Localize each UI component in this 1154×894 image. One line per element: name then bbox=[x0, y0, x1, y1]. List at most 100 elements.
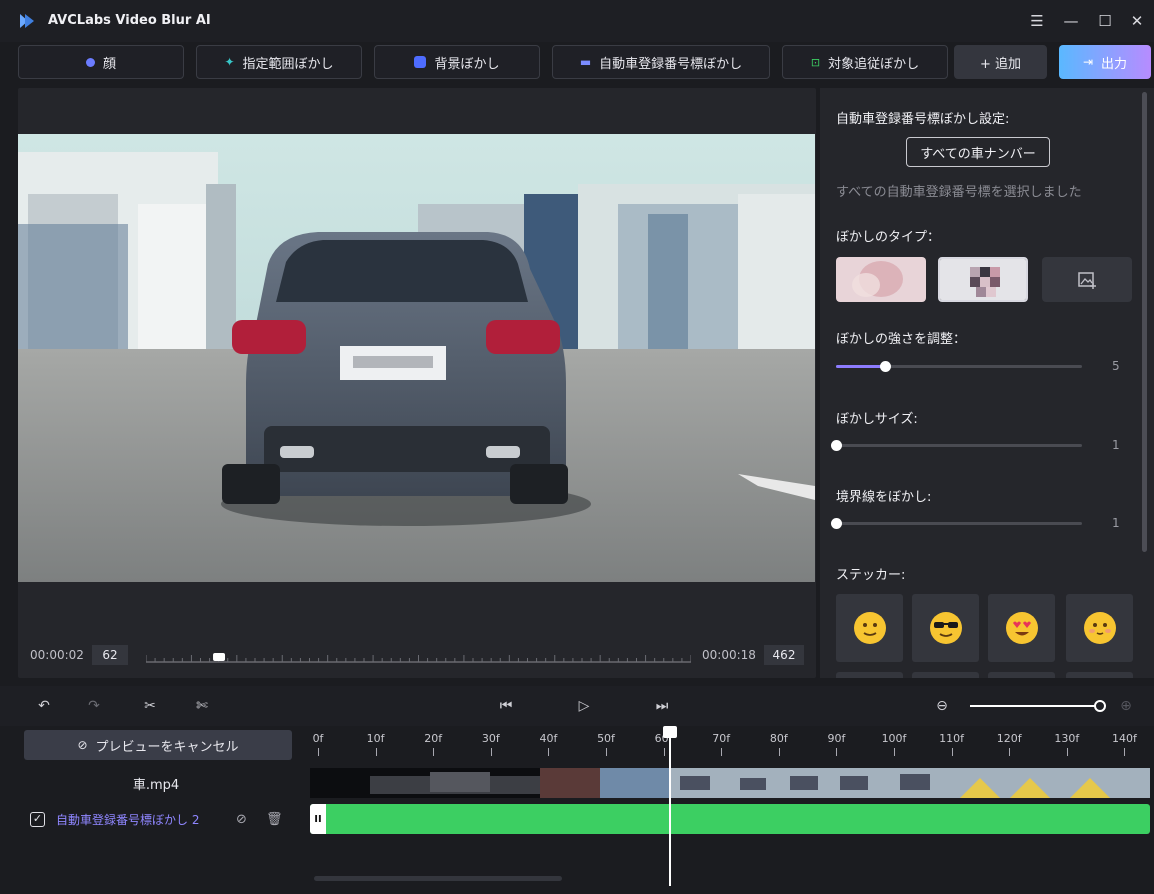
face-blur-button[interactable]: 顔 bbox=[18, 45, 184, 79]
split-icon[interactable]: ✂ bbox=[140, 696, 160, 716]
ruler-label: 30f bbox=[481, 732, 500, 745]
zoom-out-icon[interactable]: ⊖ bbox=[932, 696, 952, 716]
crosshair-icon: ✦ bbox=[224, 55, 235, 69]
delete-track-icon[interactable]: 🗑 bbox=[266, 812, 283, 827]
ruler-label: 50f bbox=[597, 732, 615, 745]
cut-icon[interactable]: ✄ bbox=[192, 696, 212, 716]
settings-panel: 自動車登録番号標ぼかし設定: すべての車ナンバー すべての自動車登録番号標を選択… bbox=[820, 88, 1154, 678]
preview-timebar: 00:00:02 62 00:00:18 462 bbox=[18, 640, 816, 670]
plate-blur-label: 自動車登録番号標ぼかし bbox=[599, 56, 743, 72]
range-blur-label: 指定範囲ぼかし bbox=[242, 56, 334, 72]
size-label: ぼかしサイズ: bbox=[836, 412, 918, 427]
tracking-blur-button[interactable]: ⊡ 対象追従ぼかし bbox=[782, 45, 948, 79]
background-blur-label: 背景ぼかし bbox=[434, 56, 500, 72]
minimize-icon[interactable]: — bbox=[1060, 10, 1082, 32]
playhead-handle[interactable] bbox=[663, 726, 677, 738]
smile-face-icon[interactable] bbox=[836, 594, 903, 662]
blur-track-name: 自動車登録番号標ぼかし 2 bbox=[56, 812, 200, 827]
video-frame-image bbox=[18, 134, 815, 582]
video-file-row: 車.mp4 bbox=[18, 766, 294, 800]
close-icon[interactable]: ✕ bbox=[1126, 10, 1148, 32]
selection-note: すべての自動車登録番号標を選択しました bbox=[836, 185, 1082, 200]
end-time: 00:00:18 bbox=[702, 648, 756, 662]
ruler-label: 80f bbox=[769, 732, 788, 745]
export-icon: ⇥ bbox=[1082, 55, 1094, 69]
zoom-slider-knob[interactable] bbox=[1094, 700, 1106, 712]
hide-track-icon[interactable]: ⊘ bbox=[236, 812, 247, 827]
ruler-label: 20f bbox=[424, 732, 443, 745]
strength-slider[interactable] bbox=[836, 361, 1082, 372]
ruler-tick bbox=[721, 748, 723, 756]
scrubber-knob[interactable] bbox=[213, 653, 226, 661]
timeline-tracks: 0f 10f 20f 30f 40f 50f 60f 70f 80f 90f 100f 110f 120… bbox=[296, 726, 1154, 886]
blush-face-icon[interactable] bbox=[1066, 594, 1133, 662]
play-icon[interactable]: ▷ bbox=[574, 696, 594, 716]
sticker-row-2 bbox=[988, 672, 1055, 678]
blur-track-row[interactable]: ✓ 自動車登録番号標ぼかし 2 ⊘ 🗑 bbox=[18, 804, 294, 834]
timeline-controls: ↶ ↷ ✂ ✄ ⏮ ▷ ⏭ ⊖ ⊕ bbox=[0, 686, 1154, 726]
sunglasses-face-icon[interactable] bbox=[912, 594, 979, 662]
mosaic-blur-option[interactable] bbox=[938, 257, 1028, 302]
ruler-tick bbox=[490, 748, 492, 756]
menu-icon[interactable]: ☰ bbox=[1026, 10, 1048, 32]
ruler-label: 90f bbox=[827, 732, 846, 745]
ruler-tick bbox=[1066, 748, 1068, 756]
blur-type-label: ぼかしのタイプ： bbox=[836, 230, 941, 245]
skip-start-icon[interactable]: ⏮ bbox=[496, 696, 516, 716]
video-filmstrip[interactable] bbox=[310, 768, 1150, 798]
strength-label: ぼかしの強さを調整： bbox=[836, 332, 967, 347]
background-blur-button[interactable]: 背景ぼかし bbox=[374, 45, 540, 79]
ruler-tick bbox=[318, 748, 319, 756]
current-time: 00:00:02 bbox=[30, 648, 84, 662]
redo-icon[interactable]: ↷ bbox=[84, 696, 104, 716]
video-preview[interactable] bbox=[18, 134, 815, 582]
border-slider-knob[interactable] bbox=[831, 518, 842, 529]
plate-blur-button[interactable]: ▬ 自動車登録番号標ぼかし bbox=[552, 45, 770, 79]
ruler-label: 110f bbox=[939, 732, 965, 745]
ruler-tick bbox=[663, 748, 665, 756]
heart-eyes-face-icon[interactable] bbox=[988, 594, 1055, 662]
target-icon: ⊡ bbox=[810, 55, 821, 69]
preview-scrubber[interactable] bbox=[146, 653, 691, 663]
maximize-icon[interactable]: ☐ bbox=[1094, 10, 1116, 32]
ruler-label: 0f bbox=[312, 732, 324, 745]
border-slider[interactable] bbox=[831, 518, 1082, 529]
ruler-label: 40f bbox=[539, 732, 558, 745]
skip-end-icon[interactable]: ⏭ bbox=[652, 696, 672, 716]
settings-scrollbar[interactable] bbox=[1142, 92, 1147, 552]
current-frame[interactable]: 62 bbox=[92, 645, 128, 665]
title-bar: AVCLabs Video Blur AI ☰ — ☐ ✕ bbox=[0, 0, 1154, 42]
ruler-tick bbox=[1009, 748, 1011, 756]
add-button[interactable]: + 追加 bbox=[954, 45, 1047, 79]
cancel-preview-button[interactable]: ⊘ プレビューをキャンセル bbox=[24, 730, 292, 760]
ruler-label: 140f bbox=[1111, 732, 1137, 745]
strength-slider-knob[interactable] bbox=[880, 361, 892, 372]
playhead[interactable] bbox=[669, 726, 671, 886]
video-file-name: 車.mp4 bbox=[132, 777, 180, 793]
cancel-preview-label: プレビューをキャンセル bbox=[95, 739, 239, 755]
custom-image-option[interactable] bbox=[1042, 257, 1132, 302]
undo-icon[interactable]: ↶ bbox=[34, 696, 54, 716]
ruler-tick bbox=[433, 748, 435, 756]
ruler-label: 100f bbox=[881, 732, 907, 745]
zoom-slider[interactable] bbox=[970, 700, 1106, 712]
blur-track-bar[interactable]: II bbox=[310, 804, 1150, 834]
car-icon: ▬ bbox=[579, 55, 592, 69]
range-blur-button[interactable]: ✦ 指定範囲ぼかし bbox=[196, 45, 362, 79]
app-title: AVCLabs Video Blur AI bbox=[48, 13, 211, 28]
export-button[interactable]: ⇥ 出力 bbox=[1059, 45, 1151, 79]
track-start-handle[interactable]: II bbox=[310, 804, 326, 834]
ruler-tick bbox=[778, 748, 780, 756]
gaussian-blur-option[interactable] bbox=[836, 257, 926, 302]
sticker-row-2 bbox=[1066, 672, 1133, 678]
size-slider[interactable] bbox=[831, 440, 1082, 451]
size-value: 1 bbox=[1112, 438, 1120, 452]
ruler-tick bbox=[375, 748, 377, 756]
ruler-label: 120f bbox=[996, 732, 1022, 745]
size-slider-knob[interactable] bbox=[831, 440, 842, 451]
ruler-tick bbox=[836, 748, 838, 756]
zoom-in-icon[interactable]: ⊕ bbox=[1116, 696, 1136, 716]
track-checkbox[interactable]: ✓ bbox=[30, 811, 45, 827]
timeline-scrollbar[interactable] bbox=[314, 876, 562, 881]
all-plates-button[interactable]: すべての車ナンバー bbox=[906, 137, 1050, 167]
